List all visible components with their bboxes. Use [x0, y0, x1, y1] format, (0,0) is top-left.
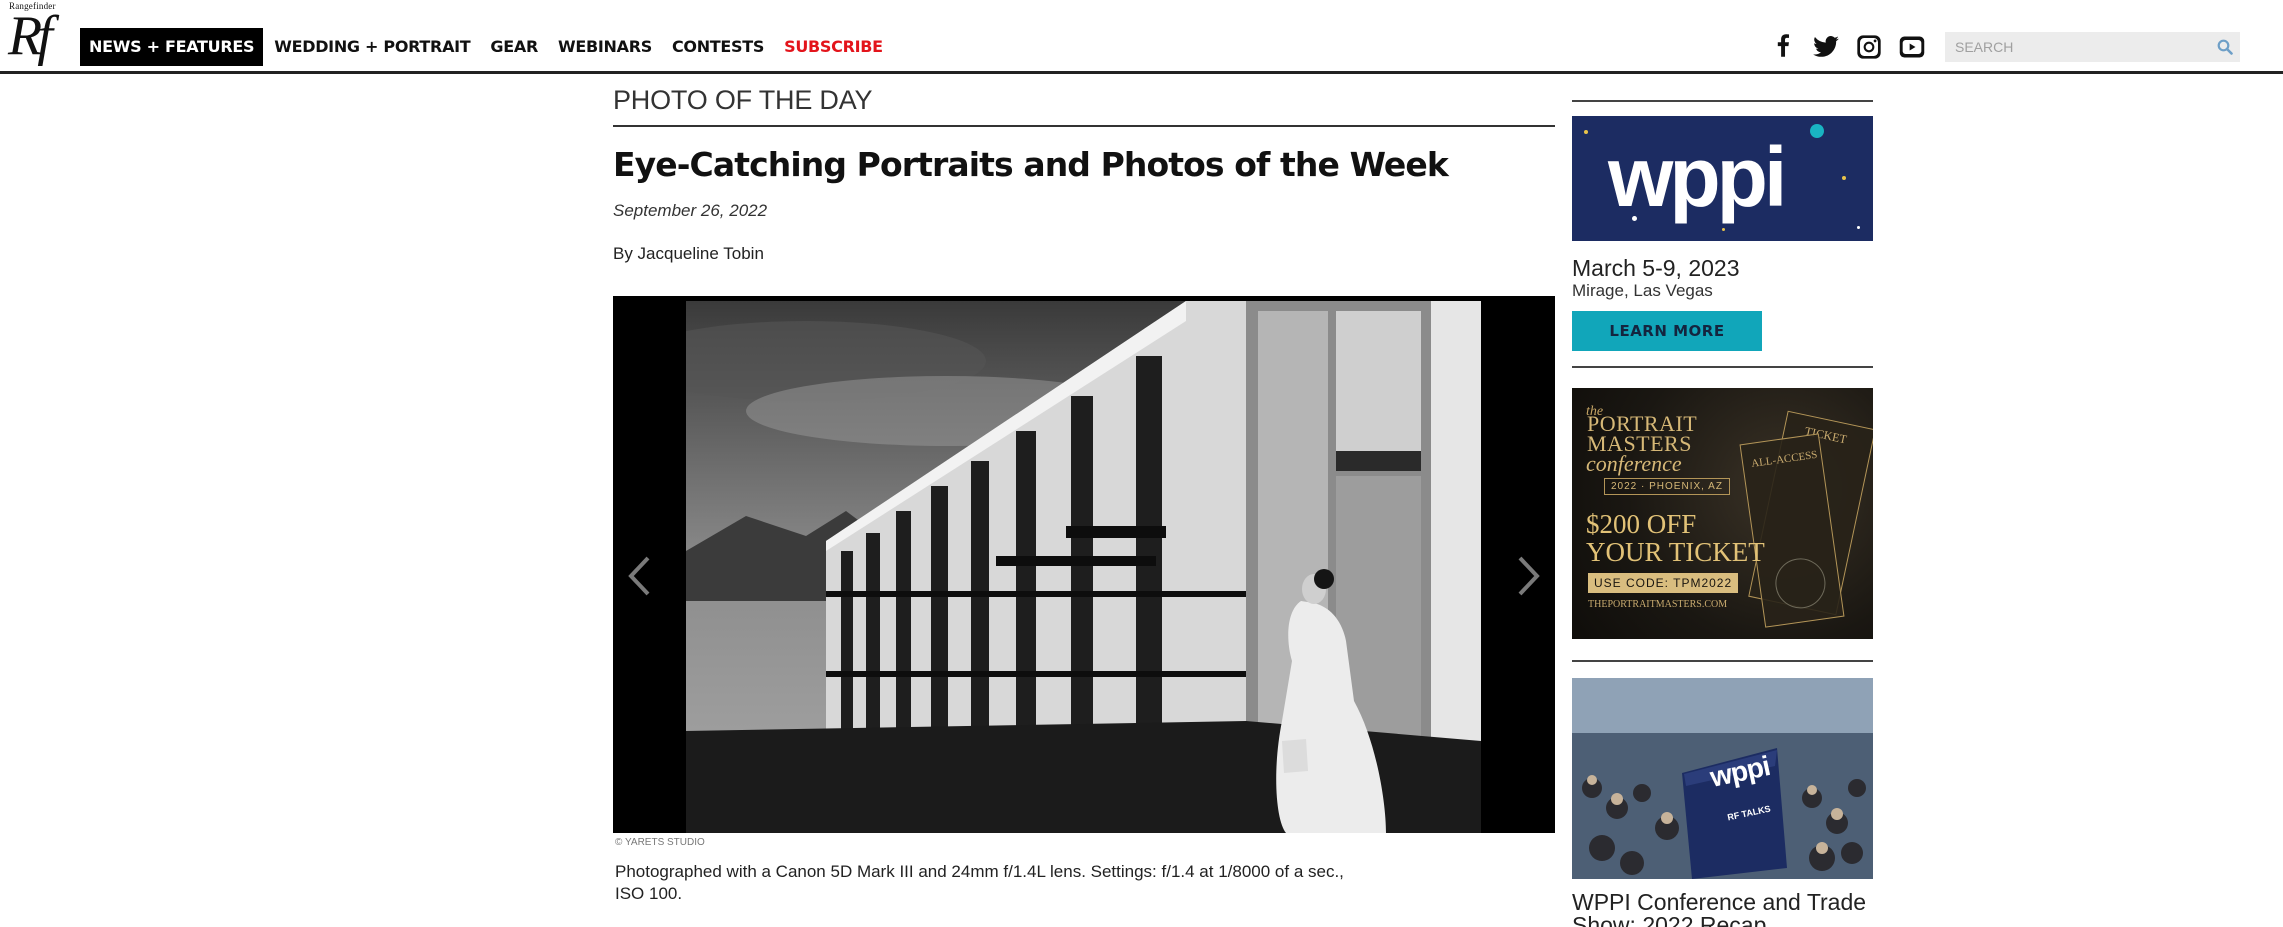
confetti-dot: [1857, 226, 1860, 229]
portrait-masters-ad-banner[interactable]: TICKET ALL-ACCESS the PORTRAIT MASTERS c…: [1572, 388, 1873, 639]
site-logo[interactable]: Rangefinder Rf: [8, 1, 80, 69]
instagram-icon[interactable]: [1855, 33, 1883, 61]
ticket-label: ALL-ACCESS: [1750, 448, 1819, 470]
learn-more-button[interactable]: LEARN MORE: [1572, 311, 1762, 351]
wppi-event-location: Mirage, Las Vegas: [1572, 281, 1713, 300]
tpm-website: THEPORTRAITMASTERS.COM: [1588, 599, 1728, 610]
logo-monogram: Rf: [8, 5, 53, 67]
wppi-event-date: March 5-9, 2023: [1572, 255, 1740, 281]
nav-gear[interactable]: GEAR: [480, 28, 548, 66]
confetti-dot: [1810, 124, 1824, 138]
wppi-recap-image[interactable]: wppi RF TALKS: [1572, 678, 1873, 879]
ticket-emblem: [1772, 555, 1829, 612]
nav-news-features[interactable]: NEWS + FEATURES: [80, 28, 264, 66]
article-category[interactable]: PHOTO OF THE DAY: [613, 82, 1555, 119]
sidebar-divider: [1572, 100, 1873, 102]
article-byline: By Jacqueline Tobin: [613, 244, 764, 263]
nav-subscribe[interactable]: SUBSCRIBE: [774, 28, 893, 66]
tpm-offer: $200 OFF YOUR TICKET: [1586, 510, 1765, 566]
tpm-title: PORTRAIT MASTERS: [1587, 413, 1697, 455]
confetti-dot: [1584, 130, 1588, 134]
wppi-ad-banner[interactable]: wppi: [1572, 116, 1873, 241]
photo-credit: © YARETS STUDIO: [615, 837, 705, 848]
tpm-conference: conference: [1586, 451, 1682, 476]
recap-article-link[interactable]: WPPI Conference and Trade Show: 2022 Rec…: [1572, 891, 1873, 927]
site-header: Rangefinder Rf NEWS + FEATURES WEDDING +…: [0, 0, 2283, 74]
wppi-logo: wppi: [1608, 130, 1787, 224]
search-icon[interactable]: [2210, 32, 2240, 62]
article-title: Eye-Catching Portraits and Photos of the…: [613, 145, 1449, 184]
sidebar: wppi March 5-9, 2023 Mirage, Las Vegas L…: [1572, 74, 1873, 927]
bride-building-photo: [686, 301, 1481, 833]
category-divider: [613, 125, 1555, 127]
search-box: [1945, 32, 2240, 62]
photo-caption: Photographed with a Canon 5D Mark III an…: [615, 862, 1344, 903]
article: PHOTO OF THE DAY Eye-Catching Portraits …: [613, 74, 1555, 903]
tpm-promo-code: USE CODE: TPM2022: [1588, 573, 1739, 593]
featured-photo: [686, 301, 1481, 833]
facebook-icon[interactable]: [1769, 33, 1797, 61]
twitter-icon[interactable]: [1812, 33, 1840, 61]
tpm-location-pill: 2022 · PHOENIX, AZ: [1604, 478, 1730, 495]
youtube-icon[interactable]: [1898, 33, 1926, 61]
gallery-next-arrow-icon[interactable]: [1509, 546, 1549, 606]
nav-contests[interactable]: CONTESTS: [662, 28, 774, 66]
nav-webinars[interactable]: WEBINARS: [548, 28, 662, 66]
sidebar-divider: [1572, 366, 1873, 368]
article-date: September 26, 2022: [613, 201, 768, 220]
tpm-offer-line1: $200 OFF: [1586, 509, 1697, 539]
main-nav: NEWS + FEATURES WEDDING + PORTRAIT GEAR …: [80, 28, 893, 66]
confetti-dot: [1842, 176, 1846, 180]
sidebar-divider: [1572, 660, 1873, 662]
social-links: [1769, 33, 1941, 61]
nav-wedding-portrait[interactable]: WEDDING + PORTRAIT: [264, 28, 480, 66]
gallery-prev-arrow-icon[interactable]: [619, 546, 659, 606]
photo-gallery: [613, 296, 1555, 833]
tpm-offer-line2: YOUR TICKET: [1586, 537, 1765, 567]
search-input[interactable]: [1945, 32, 2210, 62]
